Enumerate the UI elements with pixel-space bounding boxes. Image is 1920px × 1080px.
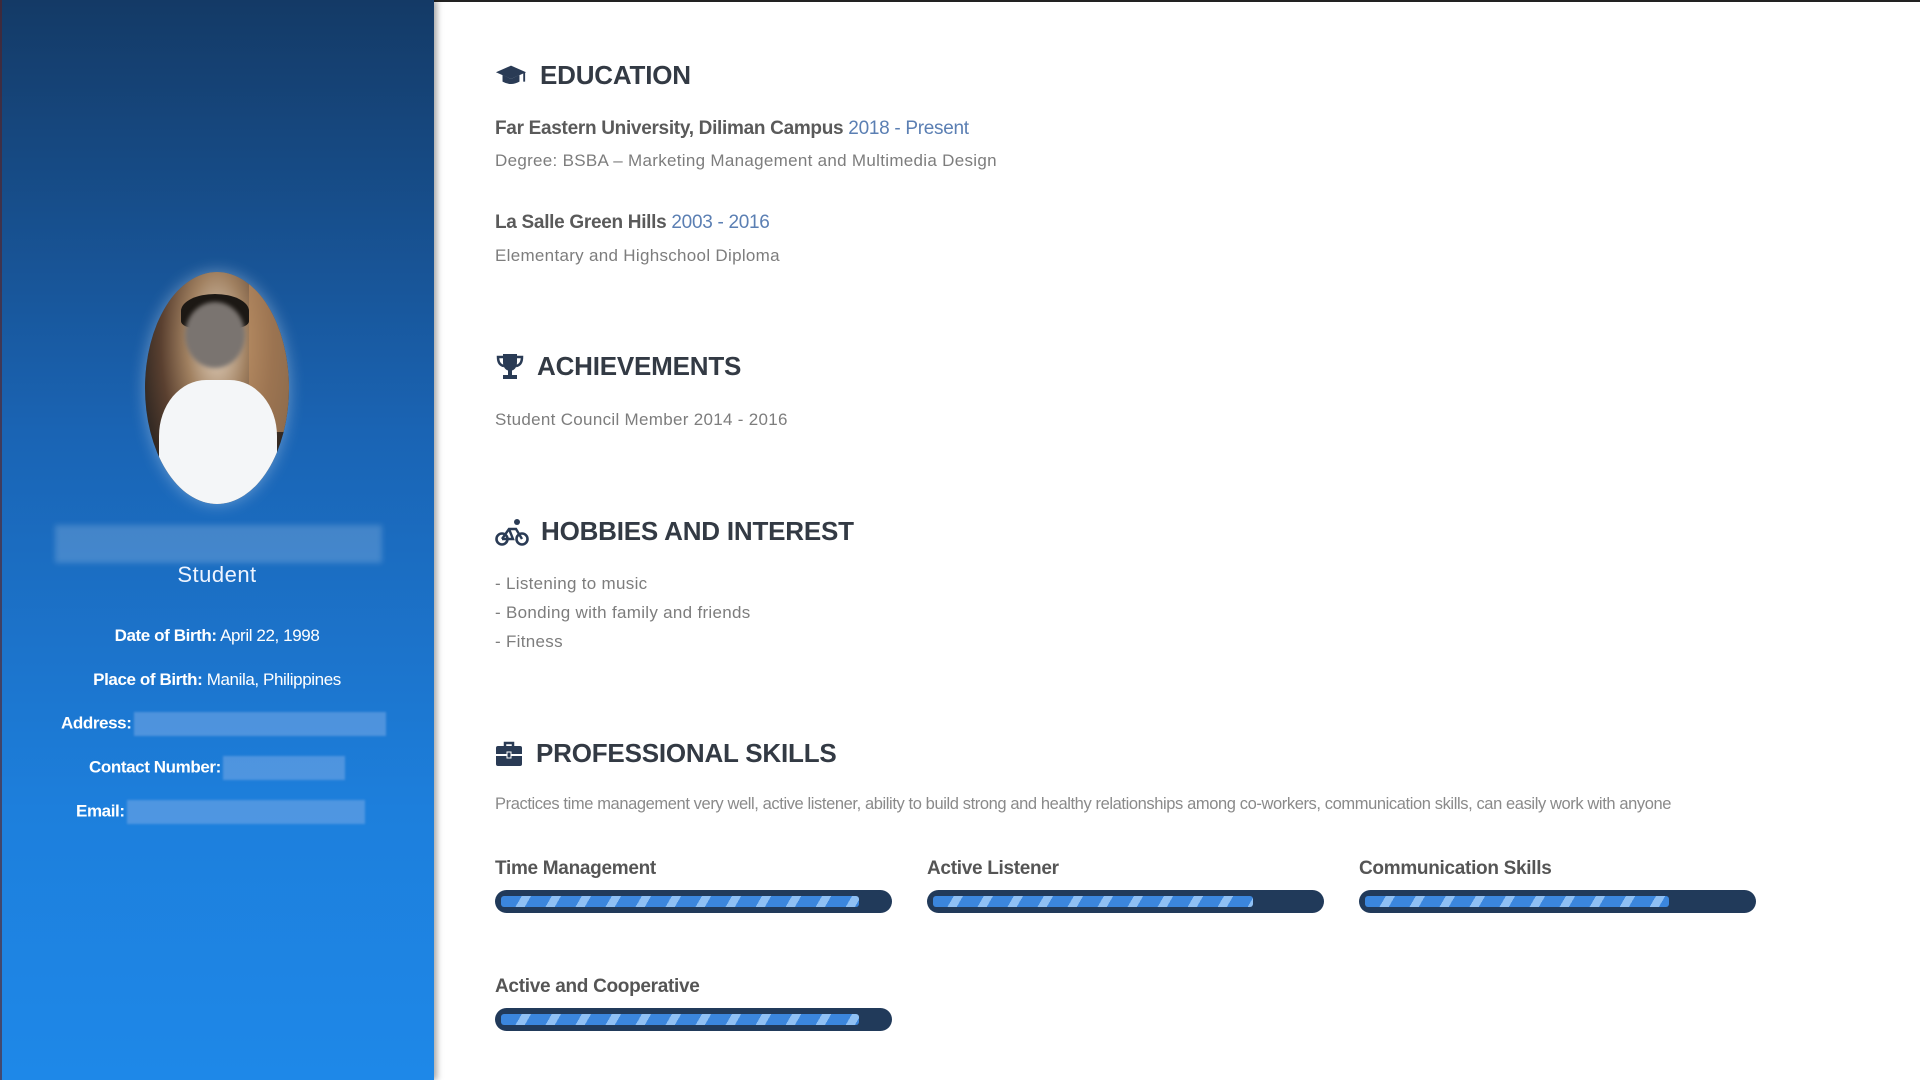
pob-row: Place of Birth: Manila, Philippines bbox=[0, 670, 434, 690]
skill-label: Time Management bbox=[495, 858, 656, 879]
skills-title: PROFESSIONAL SKILLS bbox=[536, 738, 837, 768]
skills-description: Practices time management very well, act… bbox=[495, 795, 1672, 813]
redacted-contact bbox=[222, 756, 345, 780]
school-name: Far Eastern University, Diliman Campus bbox=[495, 118, 844, 139]
skill-label: Communication Skills bbox=[1359, 858, 1552, 879]
school-detail: Degree: BSBA – Marketing Management and … bbox=[495, 151, 997, 170]
pob-value: Manila, Philippines bbox=[206, 670, 342, 689]
skill-progress-fill bbox=[933, 896, 1253, 907]
achievements-title: ACHIEVEMENTS bbox=[537, 351, 742, 381]
redacted-address bbox=[133, 712, 386, 736]
briefcase-icon bbox=[495, 739, 523, 769]
skill-active-listener: Active Listener bbox=[927, 858, 1324, 913]
skill-label: Active and Cooperative bbox=[495, 976, 700, 997]
school-name: La Salle Green Hills bbox=[495, 212, 667, 233]
redacted-name bbox=[55, 525, 382, 563]
education-item-2: La Salle Green Hills 2003 - 2016 bbox=[495, 212, 770, 234]
contact-label: Contact Number: bbox=[89, 757, 221, 777]
sidebar-edge bbox=[0, 0, 2, 1080]
hobby-item: - Bonding with family and friends bbox=[495, 603, 751, 622]
achievement-item: Student Council Member 2014 - 2016 bbox=[495, 410, 788, 430]
hobbies-title: HOBBIES AND INTEREST bbox=[541, 516, 854, 546]
blurred-face bbox=[185, 302, 245, 368]
avatar bbox=[145, 272, 289, 504]
skill-progress-fill bbox=[501, 896, 859, 907]
hobby-item: - Listening to music bbox=[495, 574, 648, 593]
education-item-1: Far Eastern University, Diliman Campus 2… bbox=[495, 118, 969, 140]
skills-header: PROFESSIONAL SKILLS bbox=[495, 738, 837, 769]
contact-row: Contact Number: bbox=[89, 756, 389, 780]
skill-active-cooperative: Active and Cooperative bbox=[495, 976, 892, 1031]
skill-progress-bar bbox=[927, 890, 1324, 913]
address-row: Address: bbox=[61, 712, 391, 736]
skill-progress-fill bbox=[1365, 896, 1669, 907]
achievement-years: 2014 - 2016 bbox=[693, 410, 788, 429]
trophy-icon bbox=[495, 352, 525, 382]
dob-label: Date of Birth: bbox=[114, 626, 217, 645]
achievements-header: ACHIEVEMENTS bbox=[495, 351, 741, 382]
education-header: EDUCATION bbox=[495, 60, 691, 91]
email-row: Email: bbox=[76, 800, 376, 824]
hobby-item: - Fitness bbox=[495, 632, 563, 651]
bicycle-icon bbox=[495, 517, 529, 547]
skill-communication: Communication Skills bbox=[1359, 858, 1756, 913]
achievement-text: Student Council Member bbox=[495, 410, 689, 429]
skill-progress-bar bbox=[1359, 890, 1756, 913]
profile-sidebar: Student Date of Birth: April 22, 1998 Pl… bbox=[0, 0, 434, 1080]
school-detail: Elementary and Highschool Diploma bbox=[495, 246, 780, 265]
hobbies-header: HOBBIES AND INTEREST bbox=[495, 516, 854, 547]
education-title: EDUCATION bbox=[540, 60, 691, 90]
skill-progress-bar bbox=[495, 1008, 892, 1031]
profile-role: Student bbox=[177, 562, 257, 587]
redacted-email bbox=[126, 800, 365, 824]
school-years: 2003 - 2016 bbox=[671, 212, 770, 233]
skill-progress-fill bbox=[501, 1014, 859, 1025]
graduation-cap-icon bbox=[495, 61, 527, 91]
pob-label: Place of Birth: bbox=[93, 670, 203, 689]
dob-row: Date of Birth: April 22, 1998 bbox=[0, 626, 434, 646]
skill-label: Active Listener bbox=[927, 858, 1059, 879]
school-years: 2018 - Present bbox=[848, 118, 969, 139]
address-label: Address: bbox=[61, 713, 132, 733]
skill-progress-bar bbox=[495, 890, 892, 913]
email-label: Email: bbox=[76, 801, 125, 821]
skill-time-management: Time Management bbox=[495, 858, 892, 913]
dob-value: April 22, 1998 bbox=[220, 626, 320, 645]
